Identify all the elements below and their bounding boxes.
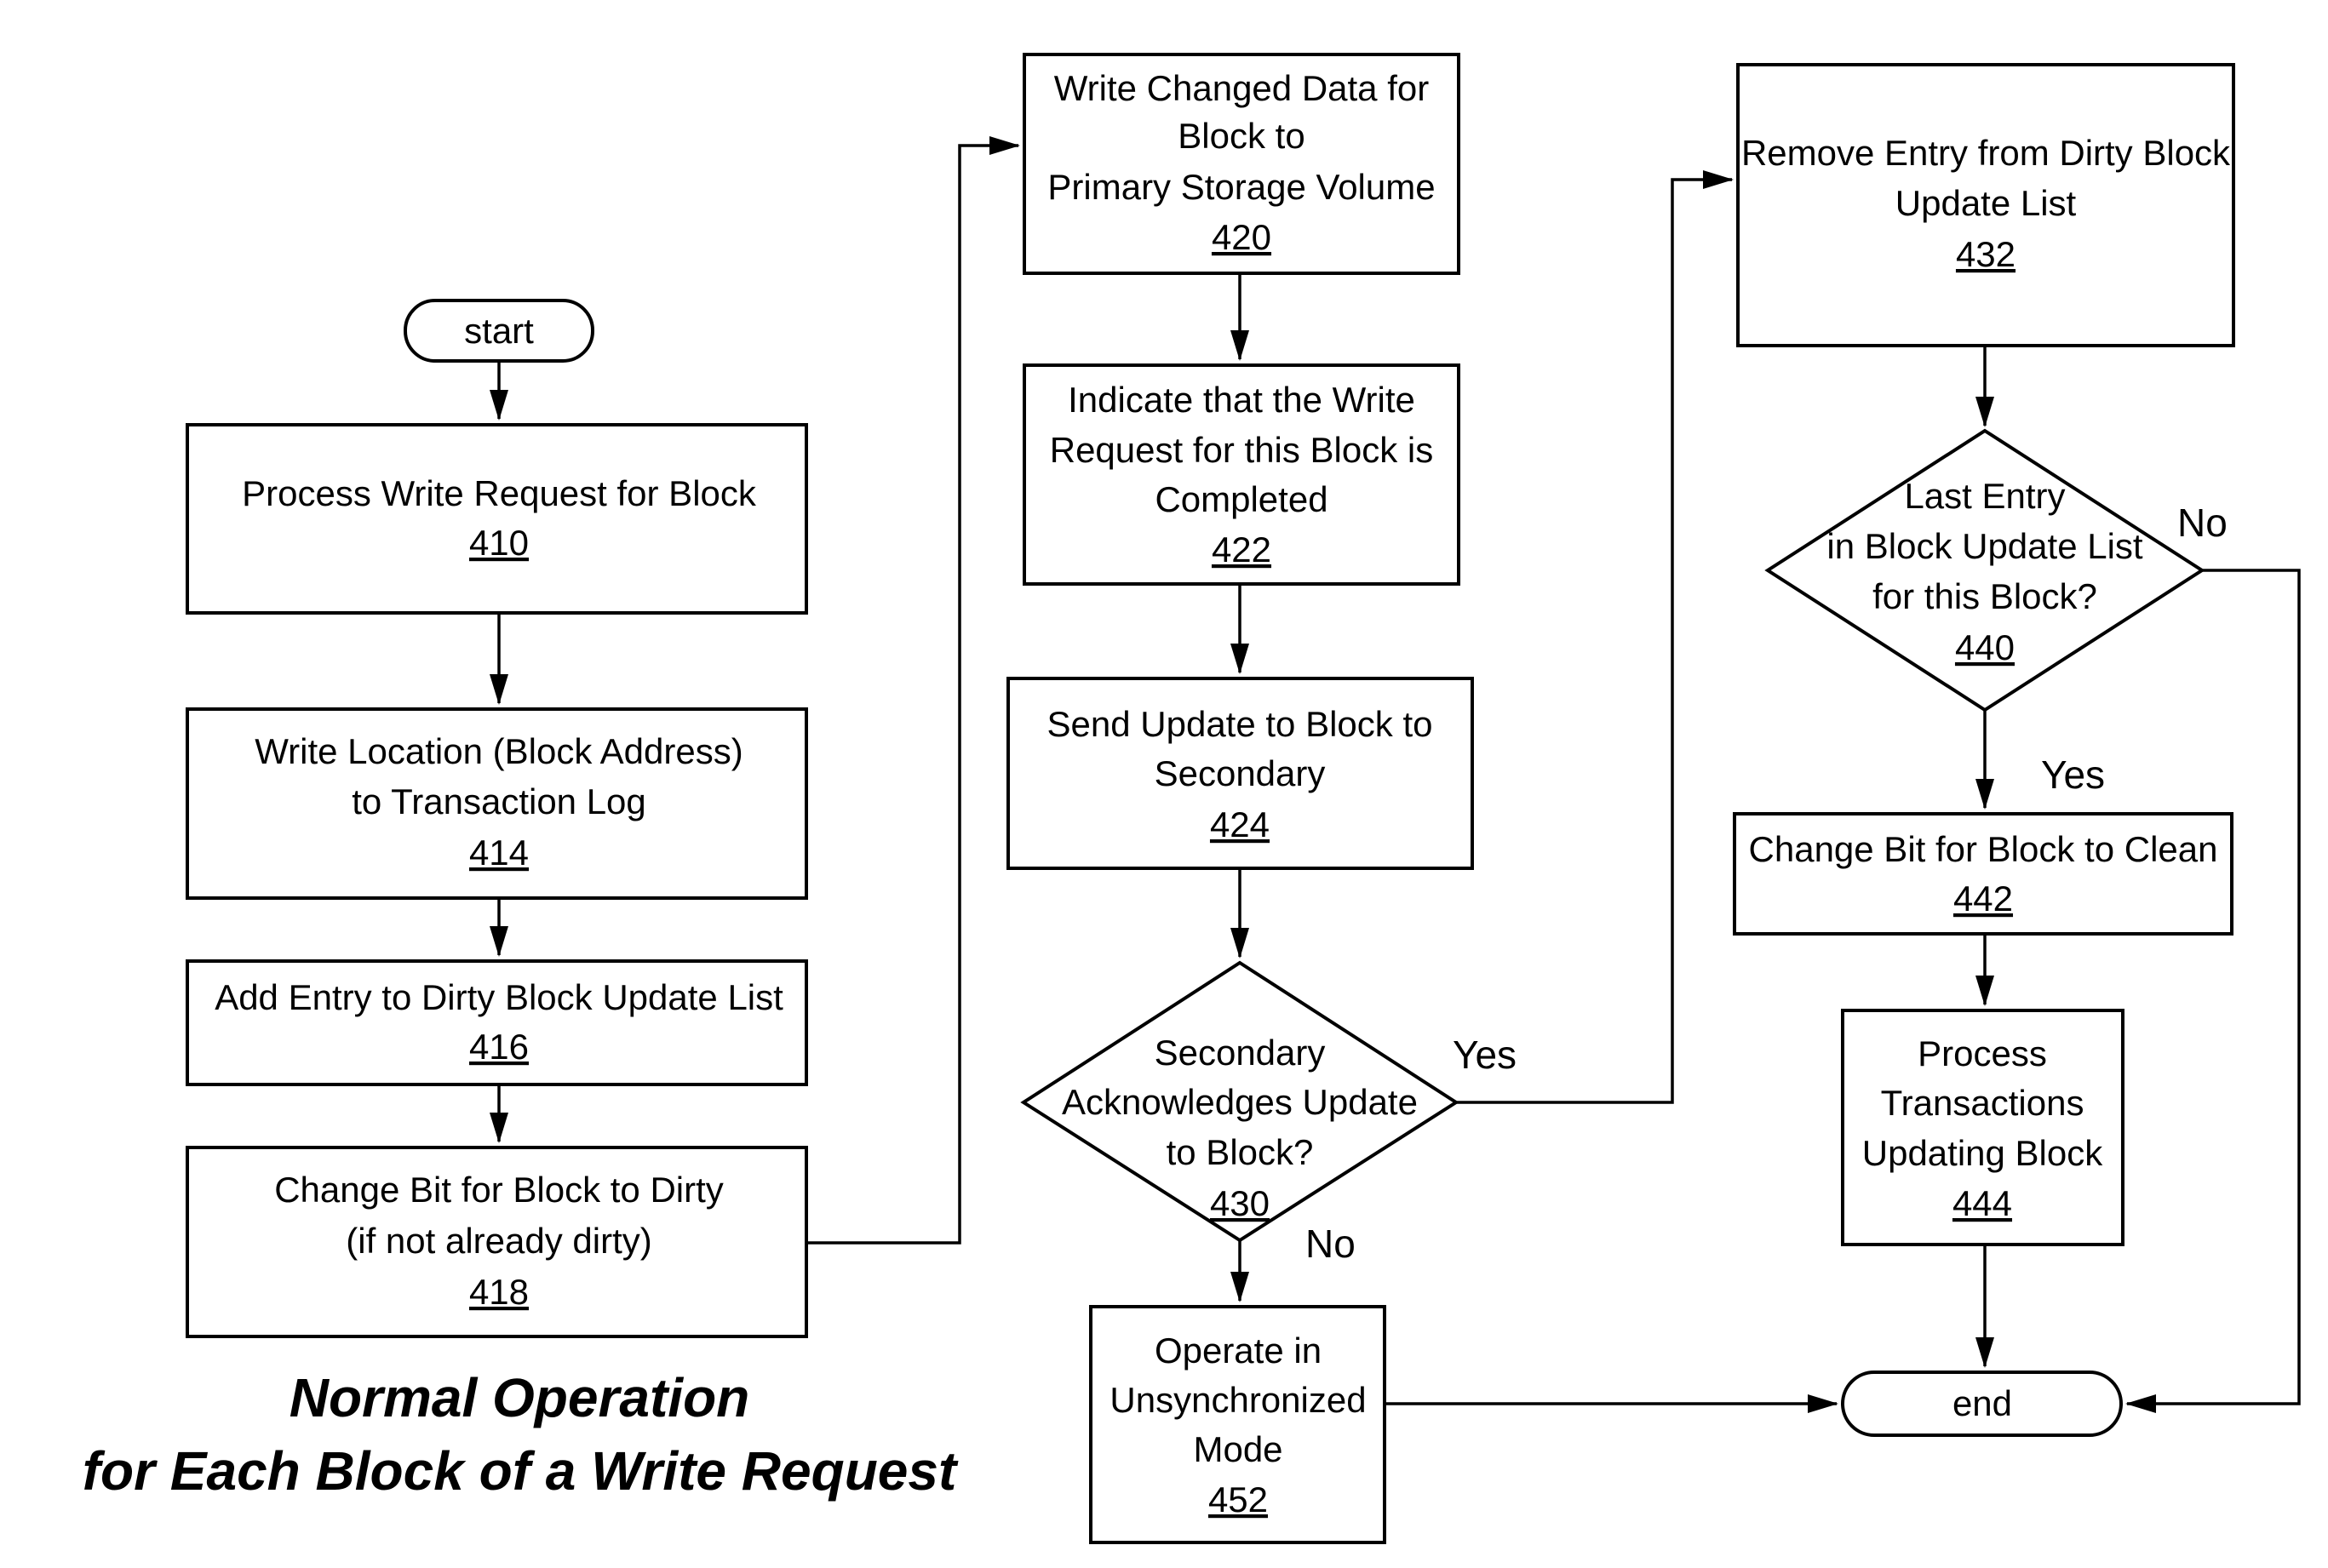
decision-440-line-2: in Block Update List [1826, 526, 2143, 566]
step-452-line-1: Operate in [1155, 1331, 1322, 1371]
decision-430-line-3: to Block? [1167, 1132, 1314, 1172]
edge-430-432-yes [1454, 170, 1734, 1104]
edge-418-420 [806, 136, 1020, 1245]
decision-440-line-3: for this Block? [1872, 576, 2097, 616]
step-420-ref: 420 [1212, 217, 1271, 257]
step-444-line-3: Updating Block [1862, 1133, 2103, 1173]
decision-430-ref: 430 [1210, 1183, 1270, 1223]
step-420-line-1: Write Changed Data for [1054, 68, 1429, 108]
decision-440-ref: 440 [1955, 627, 2015, 667]
step-444-line-1: Process [1918, 1033, 2047, 1073]
step-410-text: Process Write Request for Block [242, 473, 757, 513]
step-424: Send Update to Block to Secondary 424 [1006, 677, 1474, 870]
step-442-ref: 442 [1953, 878, 2013, 918]
step-424-line-2: Secondary [1155, 753, 1326, 793]
end-label: end [1952, 1383, 2012, 1423]
step-418-line-1: Change Bit for Block to Dirty [274, 1170, 724, 1210]
step-424-line-1: Send Update to Block to [1047, 704, 1433, 744]
step-452-ref: 452 [1208, 1479, 1268, 1519]
step-444: Process Transactions Updating Block 444 [1841, 1009, 2124, 1246]
decision-440-line-1: Last Entry [1904, 476, 2065, 516]
step-422-line-1: Indicate that the Write [1068, 380, 1415, 420]
step-422-ref: 422 [1212, 529, 1271, 569]
step-442-text: Change Bit for Block to Clean [1749, 829, 2218, 869]
edge-440-end-no [2125, 569, 2301, 1413]
start-terminator: start [404, 299, 594, 363]
step-424-ref: 424 [1210, 804, 1270, 844]
step-416-ref: 416 [469, 1027, 529, 1067]
step-414-line-1: Write Location (Block Address) [255, 731, 743, 771]
step-422: Indicate that the Write Request for this… [1023, 363, 1460, 586]
step-410: Process Write Request for Block 410 [186, 423, 808, 615]
decision-430: Secondary Acknowledges Update to Block? … [1020, 960, 1459, 1243]
decision-430-line-1: Secondary [1155, 1033, 1326, 1073]
step-410-ref: 410 [469, 523, 529, 563]
step-444-ref: 444 [1952, 1183, 2012, 1223]
step-422-line-2: Request for this Block is [1050, 430, 1434, 470]
step-432-line-1: Remove Entry from Dirty Block [1741, 133, 2231, 173]
no-label-440: No [2177, 501, 2228, 545]
step-418-ref: 418 [469, 1272, 529, 1312]
decision-430-line-2: Acknowledges Update [1062, 1082, 1418, 1122]
yes-label-440: Yes [2041, 753, 2105, 797]
step-444-line-2: Transactions [1881, 1083, 2084, 1123]
step-432-line-2: Update List [1895, 183, 2077, 223]
no-label-430: No [1305, 1222, 1356, 1266]
step-414: Write Location (Block Address) to Transa… [186, 707, 808, 900]
start-label: start [464, 311, 534, 351]
step-416-text: Add Entry to Dirty Block Update List [215, 977, 783, 1017]
step-414-line-2: to Transaction Log [352, 781, 646, 821]
step-420-line-2: Block to [1178, 116, 1304, 156]
flowchart: marker path{} start Process Write Reques… [83, 53, 2301, 1544]
step-442: Change Bit for Block to Clean 442 [1733, 812, 2233, 936]
decision-440: Last Entry in Block Update List for this… [1764, 428, 2205, 712]
step-422-line-3: Completed [1155, 479, 1327, 519]
step-432: Remove Entry from Dirty Block Update Lis… [1736, 63, 2235, 347]
step-418-line-2: (if not already dirty) [346, 1221, 651, 1261]
end-terminator: end [1841, 1371, 2123, 1437]
step-416: Add Entry to Dirty Block Update List 416 [186, 959, 808, 1086]
caption-line-2: for Each Block of a Write Request [83, 1440, 959, 1502]
caption-line-1: Normal Operation [290, 1367, 750, 1428]
yes-label-430: Yes [1453, 1033, 1517, 1077]
step-420: Write Changed Data for Block to Primary … [1023, 53, 1460, 275]
step-452: Operate in Unsynchronized Mode 452 [1089, 1305, 1386, 1544]
step-452-line-2: Unsynchronized [1110, 1380, 1366, 1420]
step-418: Change Bit for Block to Dirty (if not al… [186, 1146, 808, 1338]
step-420-line-3: Primary Storage Volume [1047, 167, 1435, 207]
step-414-ref: 414 [469, 833, 529, 873]
step-452-line-3: Mode [1193, 1429, 1282, 1469]
step-432-ref: 432 [1956, 234, 2015, 274]
